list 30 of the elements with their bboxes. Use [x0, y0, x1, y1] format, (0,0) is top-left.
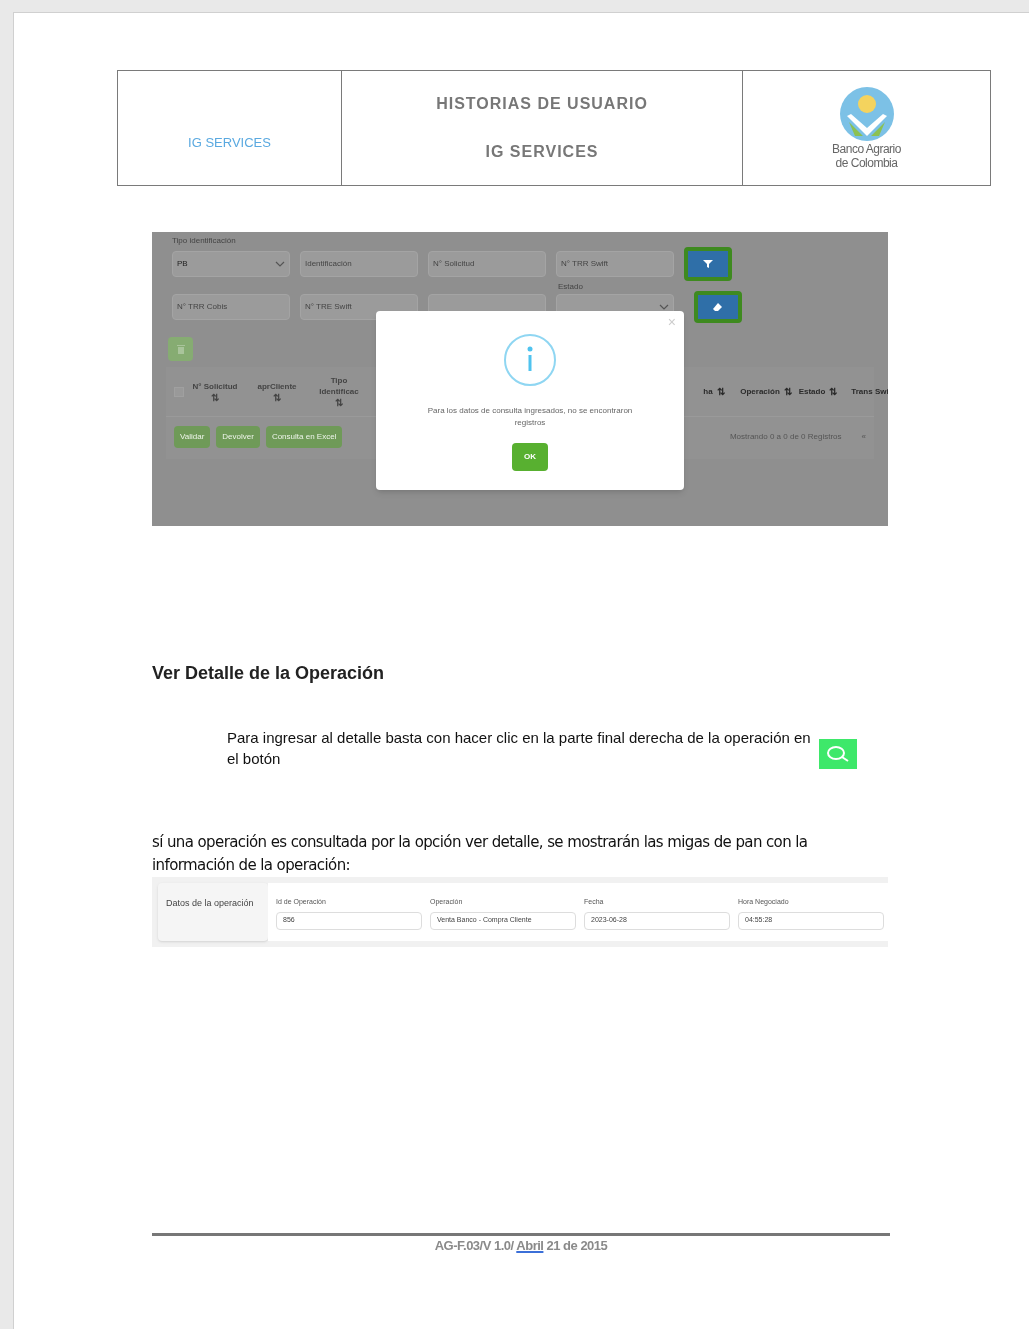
- logo-text: de Colombia: [835, 156, 898, 170]
- column-header[interactable]: N° Solicitud ⇅: [184, 380, 246, 403]
- section-heading: Ver Detalle de la Operación: [152, 662, 386, 685]
- instruction-text: Para ingresar al detalle basta con hacer clic en la parte final derecha de la operación en el botón: [227, 728, 812, 769]
- action-button[interactable]: Consulta en Excel: [265, 426, 343, 448]
- column-header[interactable]: Operación ⇅: [740, 386, 792, 397]
- column-header[interactable]: Tipo Identificac ⇅: [308, 375, 370, 408]
- input-field[interactable]: N° TRR Swift: [556, 251, 674, 277]
- field-label: Tipo identificación: [172, 236, 237, 245]
- note-text: sí una operación es consultada por la opción ver detalle, se mostrarán las migas de pan con la información de la operación:: [152, 832, 809, 876]
- input-field[interactable]: N° TRR Cobis: [172, 294, 290, 320]
- document-title: HISTORIAS DE USUARIO: [436, 94, 648, 114]
- first-page-link[interactable]: «: [861, 431, 866, 443]
- column-header[interactable]: ha ⇅: [688, 386, 740, 397]
- column-header[interactable]: Trans Swi: [844, 386, 888, 397]
- select-field[interactable]: PB: [172, 251, 290, 277]
- input-field[interactable]: N° Solicitud: [428, 251, 546, 277]
- alert-message: Para los datos de consulta ingresados, no se encontraron registros: [426, 405, 634, 429]
- logo-text: Banco Agrario: [832, 142, 901, 156]
- ok-button[interactable]: OK: [512, 443, 548, 471]
- company-name: IG SERVICES: [188, 134, 271, 153]
- column-header[interactable]: Estado ⇅: [792, 386, 844, 397]
- action-button[interactable]: Devolver: [216, 426, 260, 448]
- action-button[interactable]: Validar: [174, 426, 211, 448]
- input-field[interactable]: Identificación: [300, 251, 418, 277]
- field-label: Estado: [558, 282, 583, 291]
- footer-text: AG-F.03/V 1.0/ Abril 21 de 2015: [434, 1236, 608, 1255]
- panel-title: Datos de la operación: [166, 898, 254, 908]
- document-subtitle: IG SERVICES: [485, 142, 599, 162]
- column-header[interactable]: aprCliente ⇅: [246, 380, 308, 403]
